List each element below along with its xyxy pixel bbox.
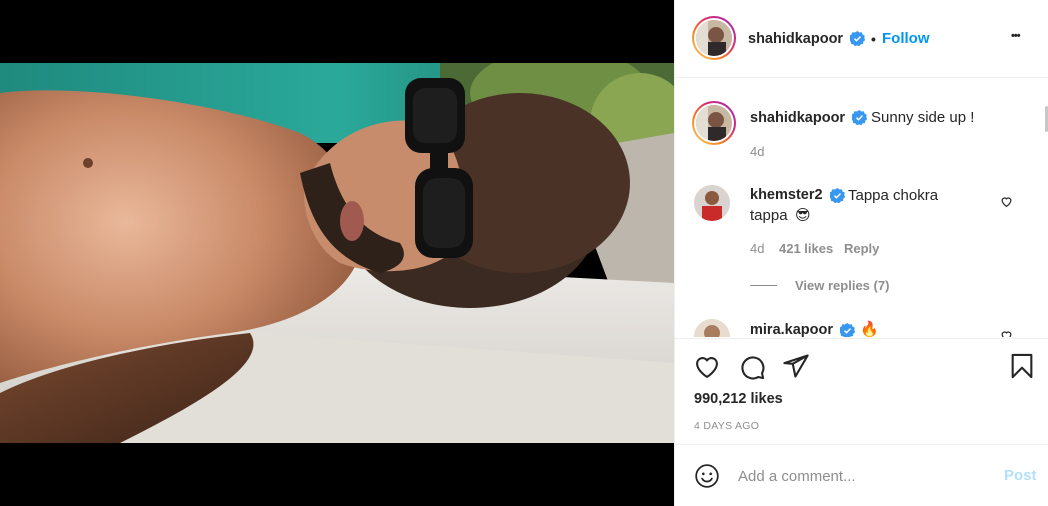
post-media[interactable] — [0, 0, 674, 506]
caption-text: Sunny side up ! — [871, 109, 975, 126]
post-time-ago[interactable]: 4 DAYS AGO — [694, 420, 759, 432]
comment-username[interactable]: mira.kapoor — [750, 322, 833, 337]
likes-count[interactable]: 990,212 likes — [694, 391, 783, 407]
emoji-icon[interactable] — [694, 463, 720, 494]
comment-like-heart-icon[interactable] — [1000, 195, 1013, 213]
post-side-panel: shahidkapoor • Follow ••• shahidkapoor S… — [674, 0, 1048, 506]
comment-likes[interactable]: 421 likes — [779, 241, 833, 256]
post-header: shahidkapoor • Follow ••• — [675, 0, 1048, 78]
more-options-icon[interactable]: ••• — [1011, 30, 1021, 42]
follow-button[interactable]: Follow — [882, 30, 930, 47]
comment-emoji: 😎 — [795, 206, 811, 224]
author-username[interactable]: shahidkapoor — [748, 31, 843, 47]
comments-list[interactable]: shahidkapoor Sunny side up ! 4d khemster… — [675, 79, 1048, 337]
verified-badge-icon — [848, 31, 866, 51]
comment-like-heart-icon[interactable] — [1000, 329, 1013, 337]
comment-avatar-photo — [694, 319, 730, 337]
comment-avatar[interactable] — [694, 185, 730, 221]
comment-username[interactable]: khemster2 — [750, 187, 823, 203]
bookmark-icon[interactable] — [1008, 352, 1036, 385]
caption-username[interactable]: shahidkapoor — [750, 110, 845, 126]
comment-age[interactable]: 4d — [750, 241, 764, 256]
author-avatar[interactable] — [692, 16, 736, 60]
share-icon[interactable] — [782, 352, 810, 385]
view-replies-button[interactable]: View replies (7) — [795, 278, 889, 293]
comment-text-line2: tappa — [750, 207, 788, 224]
header-separator: • — [871, 31, 876, 47]
caption-age[interactable]: 4d — [750, 144, 764, 159]
comment-input[interactable] — [738, 464, 978, 488]
heart-icon[interactable] — [693, 353, 721, 386]
comment-reply-button[interactable]: Reply — [844, 241, 879, 256]
post-comment-button[interactable]: Post — [1004, 467, 1037, 484]
comment-verified-icon — [838, 323, 856, 337]
comment-emoji: 🔥 — [860, 320, 879, 337]
post-photo[interactable] — [0, 63, 674, 443]
post-photo-illustration — [0, 63, 674, 443]
view-replies-divider — [750, 285, 777, 286]
comment-avatar-photo — [694, 185, 730, 221]
caption-avatar-photo — [696, 105, 732, 141]
comment-text-line1: Tappa chokra — [848, 187, 939, 204]
avatar-photo — [696, 20, 732, 56]
caption-author-avatar[interactable] — [692, 101, 736, 145]
caption-verified-icon — [850, 110, 868, 130]
comment-icon[interactable] — [738, 353, 766, 386]
post-actions: 990,212 likes 4 DAYS AGO — [675, 338, 1048, 444]
comment-avatar[interactable] — [694, 319, 730, 337]
add-comment-bar: Post — [675, 444, 1048, 506]
comment-verified-icon — [828, 188, 846, 208]
